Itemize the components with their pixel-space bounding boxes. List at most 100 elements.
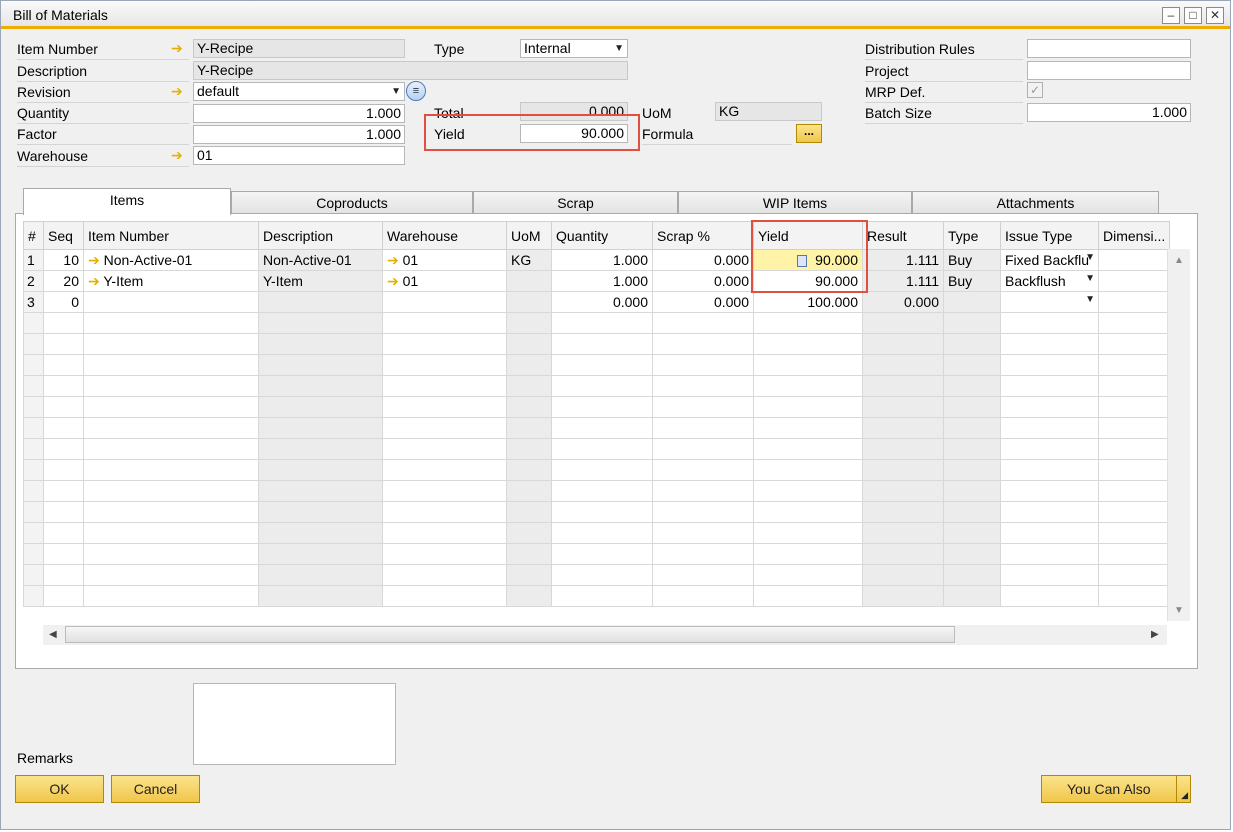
tab-wip-items[interactable]: WIP Items (678, 191, 912, 214)
quantity-cell[interactable]: 0.000 (551, 291, 653, 313)
tab-attachments[interactable]: Attachments (912, 191, 1159, 214)
warehouse-cell[interactable]: ➔ 01 (382, 249, 507, 271)
quantity-cell[interactable]: 1.000 (551, 249, 653, 271)
table-row[interactable]: 2 20 ➔ Y-Item Y-Item ➔ 01 1.000 0.000 90… (23, 270, 1171, 292)
scrap-cell[interactable]: 0.000 (652, 291, 754, 313)
item-link-arrow-icon[interactable]: ➔ (88, 273, 100, 289)
table-row[interactable]: 3 0 0.000 0.000 100.000 0.000 ▼ (23, 291, 1171, 313)
col-header-issue-type[interactable]: Issue Type (1000, 221, 1099, 250)
item-number-cell[interactable]: ➔ Y-Item (83, 270, 259, 292)
horizontal-scrollbar[interactable]: ◀ ▶ (43, 625, 1167, 645)
empty-cell (1097, 564, 1171, 586)
quantity-field[interactable]: 1.000 (193, 104, 405, 123)
scroll-up-icon[interactable]: ▲ (1174, 255, 1184, 266)
empty-row (23, 438, 1171, 460)
item-number-label: Item Number (17, 41, 98, 57)
empty-cell (23, 375, 44, 397)
item-number-value: Y-Item (103, 272, 144, 289)
issue-type-cell[interactable]: ▼ (1000, 291, 1099, 313)
dimension-cell[interactable] (1097, 249, 1171, 271)
scroll-down-icon[interactable]: ▼ (1174, 605, 1184, 616)
col-header-scrap[interactable]: Scrap % (652, 221, 754, 250)
revision-list-icon[interactable]: ≡ (406, 81, 426, 101)
warehouse-link-arrow-icon[interactable]: ➔ (387, 252, 399, 268)
item-number-link-arrow-icon[interactable]: ➔ (171, 41, 183, 55)
close-icon[interactable]: ✕ (1206, 7, 1224, 24)
col-header-dimension[interactable]: Dimensi... (1097, 221, 1171, 250)
seq-cell[interactable]: 0 (43, 291, 84, 313)
cancel-button[interactable]: Cancel (111, 775, 200, 803)
revision-link-arrow-icon[interactable]: ➔ (171, 84, 183, 98)
empty-cell (382, 459, 507, 481)
vertical-scrollbar[interactable]: ▲ ▼ (1167, 249, 1190, 621)
minimize-icon[interactable]: – (1162, 7, 1180, 24)
col-header-seq[interactable]: Seq (43, 221, 84, 250)
tab-items[interactable]: Items (23, 188, 231, 215)
col-header-warehouse[interactable]: Warehouse (382, 221, 507, 250)
col-header-num[interactable]: # (23, 221, 44, 250)
tab-scrap[interactable]: Scrap (473, 191, 678, 214)
description-field[interactable]: Y-Recipe (193, 61, 628, 80)
tab-coproducts[interactable]: Coproducts (231, 191, 473, 214)
scrap-cell[interactable]: 0.000 (652, 249, 754, 271)
factor-field[interactable]: 1.000 (193, 125, 405, 144)
horizontal-scroll-thumb[interactable] (65, 626, 955, 643)
empty-cell (551, 564, 653, 586)
item-link-arrow-icon[interactable]: ➔ (88, 252, 100, 268)
seq-cell[interactable]: 10 (43, 249, 84, 271)
warehouse-link-arrow-icon[interactable]: ➔ (171, 148, 183, 162)
col-header-result[interactable]: Result (862, 221, 944, 250)
chevron-down-icon: ▼ (614, 43, 624, 54)
empty-cell (1097, 354, 1171, 376)
yield-cell[interactable]: 100.000 (753, 291, 863, 313)
empty-cell (551, 438, 653, 460)
empty-cell (943, 564, 1001, 586)
issue-type-cell[interactable]: Fixed Backflu ▼ (1000, 249, 1099, 271)
distribution-rules-field[interactable] (1027, 39, 1191, 58)
scrap-cell[interactable]: 0.000 (652, 270, 754, 292)
empty-cell (382, 354, 507, 376)
table-row[interactable]: 1 10 ➔ Non-Active-01 Non-Active-01 ➔ 01 … (23, 249, 1171, 271)
quantity-cell[interactable]: 1.000 (551, 270, 653, 292)
empty-cell (753, 312, 863, 334)
empty-cell (83, 417, 259, 439)
batch-size-label: Batch Size (865, 105, 932, 121)
dimension-cell[interactable] (1097, 291, 1171, 313)
remarks-textarea[interactable] (193, 683, 396, 765)
item-number-field[interactable]: Y-Recipe (193, 39, 405, 58)
warehouse-cell[interactable]: ➔ 01 (382, 270, 507, 292)
you-can-also-button[interactable]: You Can Also ◢ (1041, 775, 1191, 803)
item-number-cell[interactable]: ➔ Non-Active-01 (83, 249, 259, 271)
issue-type-cell[interactable]: Backflush ▼ (1000, 270, 1099, 292)
type-select[interactable]: Internal ▼ (520, 39, 628, 58)
col-header-description[interactable]: Description (258, 221, 383, 250)
seq-cell[interactable]: 20 (43, 270, 84, 292)
revision-select[interactable]: default ▼ (193, 82, 405, 101)
formula-button[interactable]: ... (796, 124, 822, 143)
scroll-right-icon[interactable]: ▶ (1151, 629, 1159, 640)
scroll-left-icon[interactable]: ◀ (49, 629, 57, 640)
col-header-quantity[interactable]: Quantity (551, 221, 653, 250)
warehouse-cell[interactable] (382, 291, 507, 313)
empty-cell (1000, 480, 1099, 502)
empty-cell (652, 459, 754, 481)
col-header-type[interactable]: Type (943, 221, 1001, 250)
warehouse-field[interactable]: 01 (193, 146, 405, 165)
warehouse-link-arrow-icon[interactable]: ➔ (387, 273, 399, 289)
col-header-item-number[interactable]: Item Number (83, 221, 259, 250)
col-header-uom[interactable]: UoM (506, 221, 552, 250)
empty-cell (862, 354, 944, 376)
maximize-icon[interactable]: □ (1184, 7, 1202, 24)
project-field[interactable] (1027, 61, 1191, 80)
empty-cell (753, 522, 863, 544)
mrp-def-checkbox[interactable]: ✓ (1027, 82, 1043, 98)
batch-size-field[interactable]: 1.000 (1027, 103, 1191, 122)
item-number-cell[interactable] (83, 291, 259, 313)
ok-button[interactable]: OK (15, 775, 104, 803)
empty-cell (862, 564, 944, 586)
empty-cell (43, 333, 84, 355)
empty-cell (382, 543, 507, 565)
window-title: Bill of Materials (13, 7, 108, 23)
dropdown-corner-icon[interactable]: ◢ (1176, 776, 1188, 802)
dimension-cell[interactable] (1097, 270, 1171, 292)
